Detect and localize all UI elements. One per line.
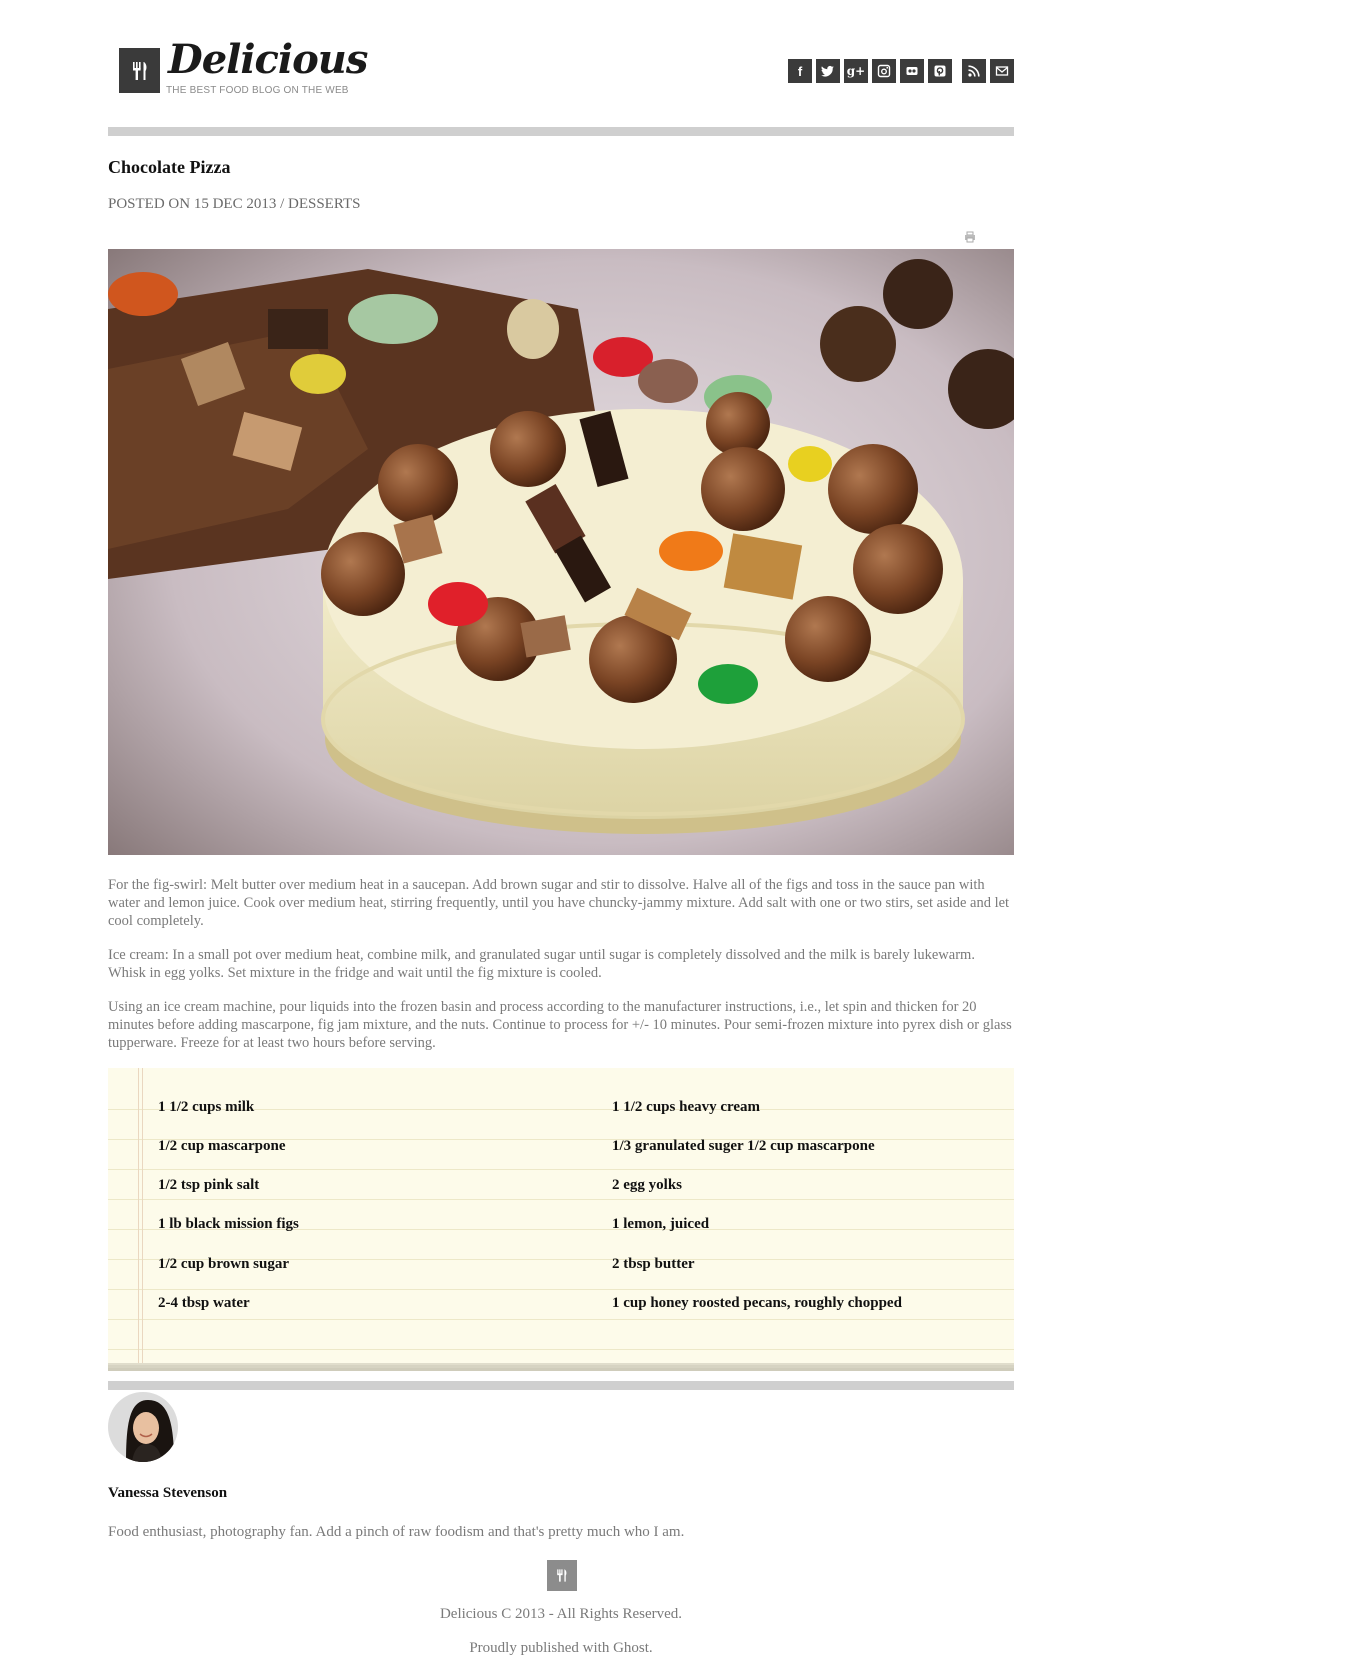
ingredient-item: 2 tbsp butter: [612, 1256, 695, 1272]
instagram-icon[interactable]: [872, 59, 896, 83]
ingredient-item: 1 lb black mission figs: [158, 1216, 299, 1232]
page-wrapper: Delicious THE BEST FOOD BLOG ON THE WEB …: [108, 0, 1014, 1656]
twitter-icon[interactable]: [816, 59, 840, 83]
post-meta: POSTED ON 15 DEC 2013 / DESSERTS: [108, 196, 361, 212]
google-plus-icon[interactable]: g+: [844, 59, 868, 83]
ingredient-item: 1 1/2 cups milk: [158, 1099, 255, 1115]
post-paragraph: Using an ice cream machine, pour liquids…: [108, 999, 1012, 1051]
ingredient-item: 1 lemon, juiced: [612, 1216, 710, 1232]
post-hero-image: [108, 249, 1014, 855]
author-bio: Food enthusiast, photography fan. Add a …: [108, 1524, 685, 1540]
author-name[interactable]: Vanessa Stevenson: [108, 1485, 227, 1502]
site-header: Delicious THE BEST FOOD BLOG ON THE WEB …: [108, 0, 1014, 100]
fork-knife-icon: [557, 1569, 567, 1582]
ingredient-item: 1 1/2 cups heavy cream: [612, 1099, 761, 1115]
post-paragraph: Ice cream: In a small pot over medium he…: [108, 947, 975, 981]
fork-knife-icon: [132, 61, 146, 80]
ingredient-item: 2-4 tbsp water: [158, 1295, 250, 1311]
site-tagline: THE BEST FOOD BLOG ON THE WEB: [166, 85, 349, 96]
post-title[interactable]: Chocolate Pizza: [108, 157, 230, 178]
author-divider: [108, 1381, 1014, 1390]
header-divider: [108, 127, 1014, 136]
notepad-margin-line: [142, 1068, 143, 1363]
ingredient-item: 1/2 cup mascarpone: [158, 1138, 286, 1154]
footer-copyright: Delicious C 2013 - All Rights Reserved.: [439, 1606, 683, 1622]
post-paragraph: For the fig-swirl: Melt butter over medi…: [108, 877, 1010, 929]
footer-logo[interactable]: [547, 1560, 577, 1591]
site-name[interactable]: Delicious: [168, 40, 368, 80]
rss-icon[interactable]: [962, 59, 986, 83]
print-icon[interactable]: [964, 231, 976, 243]
ingredient-item: 1 cup honey roosted pecans, roughly chop…: [612, 1295, 902, 1311]
flickr-icon[interactable]: [900, 59, 924, 83]
footer-published[interactable]: Proudly published with Ghost.: [108, 1640, 1014, 1657]
logo-mark[interactable]: [119, 48, 160, 93]
ingredient-item: 1/2 tsp pink salt: [158, 1177, 260, 1193]
notepad-margin-line: [138, 1068, 139, 1363]
ingredient-item: 2 egg yolks: [612, 1177, 683, 1193]
ingredients-card: 1 1/2 cups milk 1/2 cup mascarpone 1/2 t…: [108, 1068, 1014, 1363]
social-links: f g+: [784, 59, 1014, 83]
ingredient-item: 1/2 cup brown sugar: [158, 1256, 290, 1272]
avatar[interactable]: [108, 1392, 178, 1462]
pinterest-icon[interactable]: [928, 59, 952, 83]
email-icon[interactable]: [990, 59, 1014, 83]
ingredient-item: 1/3 granulated suger 1/2 cup mascarpone: [612, 1138, 875, 1154]
facebook-icon[interactable]: f: [788, 59, 812, 83]
